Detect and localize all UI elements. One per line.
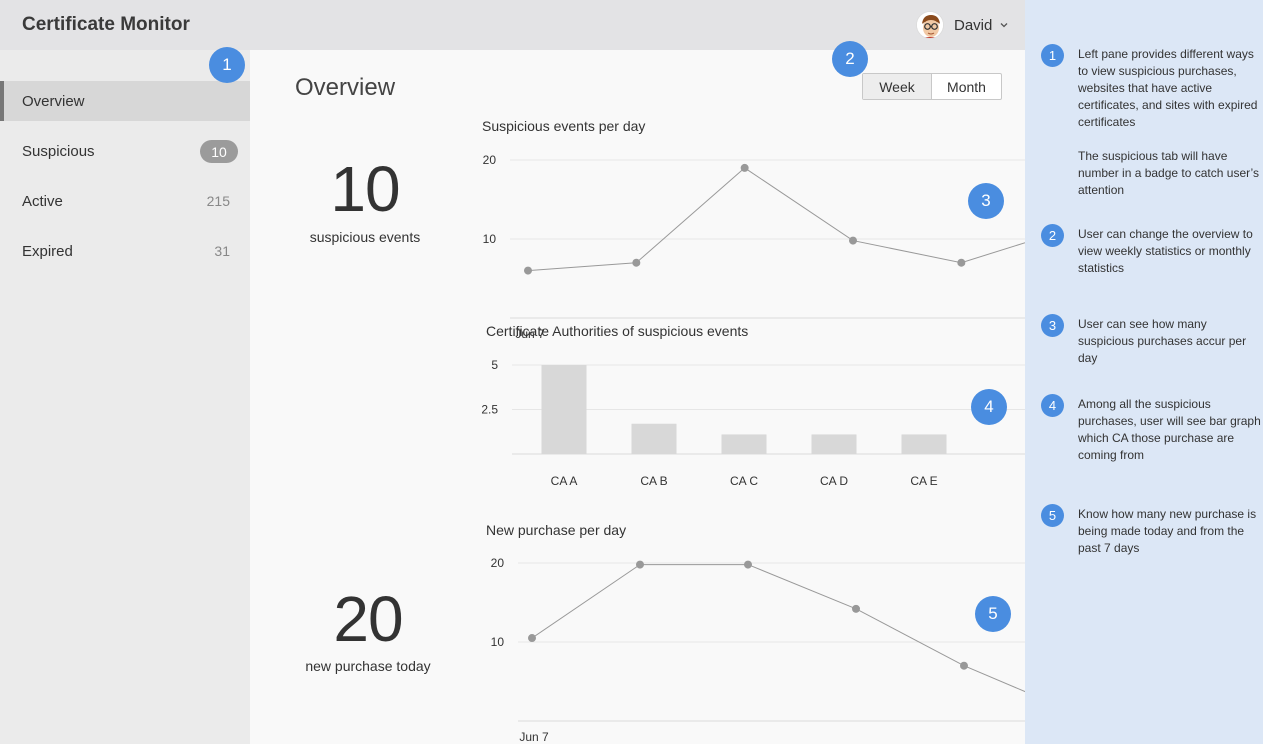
data-point <box>524 266 532 275</box>
sidebar-item-overview[interactable]: Overview <box>0 81 250 121</box>
sidebar-item-expired[interactable]: Expired 31 <box>0 231 250 271</box>
chart-title-suspicious: Suspicious events per day <box>482 118 646 134</box>
avatar-face-icon <box>917 12 943 38</box>
x-tick-label: CA E <box>910 474 937 488</box>
annotation-notes-panel: 1 Left pane provides different ways to v… <box>1025 0 1263 744</box>
sidebar-item-label: Active <box>22 192 63 210</box>
data-point <box>852 604 860 613</box>
x-tick-label: CA C <box>730 474 758 488</box>
suspicious-events-chart: 1020Jun 7Jun 13 <box>483 153 1025 341</box>
x-tick-label: Jun 7 <box>519 730 549 744</box>
active-count: 215 <box>206 193 230 209</box>
bar <box>631 423 677 454</box>
note-text-4: Among all the suspicious purchases, user… <box>1078 396 1263 464</box>
y-tick-label: 10 <box>491 635 505 649</box>
series-line <box>531 564 1025 693</box>
sidebar-item-label: Overview <box>22 92 85 110</box>
sidebar-item-label: Expired <box>22 242 73 260</box>
y-tick-label: 5 <box>491 358 498 372</box>
note-paragraph: Know how many new purchase is being made… <box>1078 507 1257 555</box>
data-point <box>744 560 752 569</box>
data-point <box>636 560 644 569</box>
annotation-marker-2: 2 <box>832 41 868 77</box>
note-marker-4: 4 <box>1041 394 1064 417</box>
note-text-3: User can see how many suspicious purchas… <box>1078 316 1263 367</box>
suspicious-count-badge: 10 <box>200 140 238 163</box>
note-paragraph: User can see how many suspicious purchas… <box>1078 317 1247 365</box>
ca-bar-chart: 2.5 5 CA A CA B CA C CA D CA E <box>481 358 1025 488</box>
series-line <box>527 167 1025 272</box>
page-title: Overview <box>295 74 396 101</box>
note-marker-5: 5 <box>1041 504 1064 527</box>
chart-title-ca: Certificate Authorities of suspicious ev… <box>486 323 749 339</box>
suspicious-count-value: 10 <box>330 153 400 225</box>
main-content: Overview Week Month 10 suspicious events… <box>250 50 1025 744</box>
bar <box>721 434 767 454</box>
top-header: Certificate Monitor David <box>0 0 1025 50</box>
data-point <box>849 236 857 245</box>
month-toggle-button[interactable]: Month <box>932 74 1001 99</box>
data-point <box>960 661 968 670</box>
user-menu[interactable]: David <box>916 10 1008 40</box>
note-marker-1: 1 <box>1041 44 1064 67</box>
annotation-marker-3: 3 <box>968 183 1004 219</box>
sidebar-item-label: Suspicious <box>22 142 95 160</box>
expired-count: 31 <box>214 243 230 259</box>
note-paragraph: The suspicious tab will have number in a… <box>1078 149 1260 197</box>
note-text-1: Left pane provides different ways to vie… <box>1078 46 1263 199</box>
x-tick-label: CA B <box>640 474 667 488</box>
x-tick-label: CA A <box>551 474 578 488</box>
new-purchase-chart: 1020Jun 7Jun 13 <box>491 556 1025 744</box>
user-name: David <box>954 16 993 34</box>
note-paragraph: Left pane provides different ways to vie… <box>1078 47 1258 129</box>
note-marker-2: 2 <box>1041 224 1064 247</box>
y-tick-label: 20 <box>491 556 505 570</box>
sidebar: Overview Suspicious 10 Active 215 Expire… <box>0 50 250 744</box>
suspicious-count-label: suspicious events <box>309 229 421 245</box>
bar <box>541 365 587 454</box>
chart-title-purchase: New purchase per day <box>486 522 627 538</box>
app-window: Certificate Monitor David Overview Suspi… <box>0 0 1025 744</box>
annotation-marker-5: 5 <box>975 596 1011 632</box>
data-point <box>957 258 966 267</box>
data-point <box>740 163 749 172</box>
bar <box>811 434 857 454</box>
data-point <box>528 634 536 643</box>
note-paragraph: Among all the suspicious purchases, user… <box>1078 397 1261 462</box>
sidebar-item-suspicious[interactable]: Suspicious 10 <box>0 131 250 171</box>
purchase-count-label: new purchase today <box>305 658 431 674</box>
app-title: Certificate Monitor <box>22 14 190 35</box>
y-tick-label: 10 <box>483 232 497 246</box>
week-toggle-button[interactable]: Week <box>863 74 932 99</box>
period-toggle: Week Month <box>862 73 1002 100</box>
chevron-down-icon <box>1000 23 1008 28</box>
sidebar-item-active[interactable]: Active 215 <box>0 181 250 221</box>
note-text-5: Know how many new purchase is being made… <box>1078 506 1263 557</box>
avatar <box>916 11 944 39</box>
purchase-count-value: 20 <box>333 583 403 655</box>
note-marker-3: 3 <box>1041 314 1064 337</box>
annotation-marker-1: 1 <box>209 47 245 83</box>
y-tick-label: 20 <box>483 153 497 167</box>
bar <box>901 434 947 454</box>
y-tick-label: 2.5 <box>481 403 498 417</box>
x-tick-label: CA D <box>820 474 848 488</box>
note-paragraph: User can change the overview to view wee… <box>1078 227 1253 275</box>
note-text-2: User can change the overview to view wee… <box>1078 226 1263 277</box>
data-point <box>632 258 641 267</box>
annotation-marker-4: 4 <box>971 389 1007 425</box>
